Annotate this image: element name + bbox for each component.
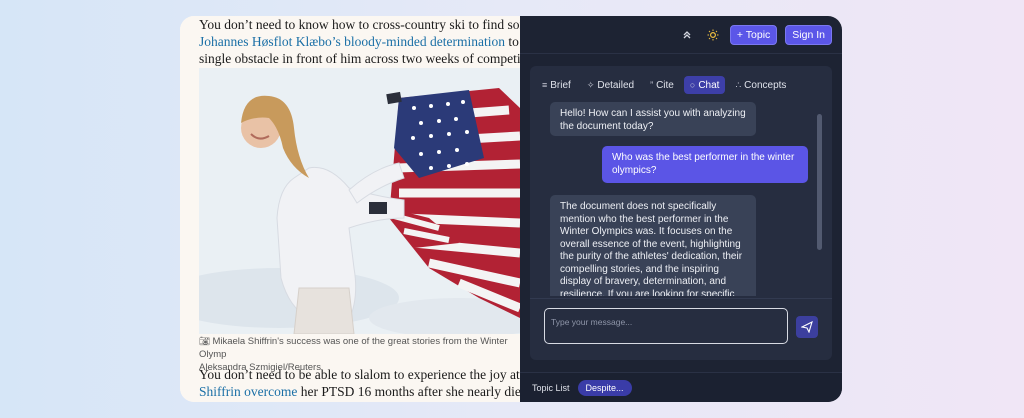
article-photo — [199, 68, 520, 334]
app-frame: You don’t need to know how to cross-coun… — [180, 16, 842, 402]
divider — [530, 298, 832, 299]
panel-topbar: + Topic Sign In — [520, 16, 842, 54]
article-paragraph-2: You don’t need to be able to slalom to e… — [199, 366, 520, 400]
article-line: single obstacle in front of him across t… — [199, 51, 520, 66]
sign-in-button[interactable]: Sign In — [785, 24, 832, 45]
quote-icon: ” — [650, 80, 654, 90]
article-line: You don’t need to be able to slalom to e… — [199, 367, 520, 382]
chat-card: ≡ Brief ✧ Detailed ” Cite ○ Chat ∴ Concepts H… — [530, 66, 832, 360]
topic-list-link[interactable]: Topic List — [532, 383, 570, 393]
bot-message: The document does not specifically menti… — [550, 195, 756, 296]
bot-message: Hello! How can I assist you with analyzi… — [550, 102, 756, 136]
article-line: Johannes Høsflot Klæbo’s bloody-minded d… — [199, 34, 520, 49]
message-input[interactable]: Type your message... — [544, 308, 788, 344]
tab-detailed[interactable]: ✧ Detailed — [581, 76, 640, 94]
article-link-klaebo[interactable]: Johannes Høsflot Klæbo’s bloody-minded d… — [199, 34, 505, 49]
nodes-icon: ∴ — [735, 79, 742, 90]
chat-icon: ○ — [689, 80, 696, 90]
article-line: Shiffrin overcome her PTSD 16 months aft… — [199, 384, 520, 399]
article: You don’t need to know how to cross-coun… — [180, 16, 520, 402]
article-link-shiffrin[interactable]: Shiffrin overcome — [199, 384, 297, 399]
send-button[interactable] — [796, 316, 818, 338]
add-topic-button[interactable]: + Topic — [729, 24, 778, 45]
sparkle-icon: ✧ — [586, 79, 595, 90]
mode-tabs: ≡ Brief ✧ Detailed ” Cite ○ Chat ∴ Concepts — [536, 76, 792, 94]
assistant-panel: + Topic Sign In ≡ Brief ✧ Detailed ” Cite ○… — [520, 16, 842, 402]
panel-footer: Topic List Despite... — [520, 372, 842, 402]
tab-concepts[interactable]: ∴ Concepts — [729, 76, 792, 94]
article-line: You don’t need to know how to cross-coun… — [199, 17, 520, 32]
chat-scrollbar[interactable] — [817, 114, 822, 250]
skier-with-flag-image — [199, 68, 520, 334]
user-message: Who was the best performer in the winter… — [602, 146, 808, 183]
lines-icon: ≡ — [542, 80, 548, 90]
chat-messages[interactable]: Hello! How can I assist you with analyzi… — [550, 102, 820, 296]
article-paragraph-1: You don’t need to know how to cross-coun… — [199, 16, 520, 67]
sun-icon[interactable] — [704, 26, 722, 44]
tab-chat[interactable]: ○ Chat — [683, 76, 726, 94]
collapse-up-icon[interactable] — [678, 26, 696, 44]
tab-cite[interactable]: ” Cite — [644, 76, 680, 94]
send-icon — [801, 321, 813, 333]
caption-line-1: 📷︎ Mikaela Shiffrin's success was one of … — [199, 336, 508, 360]
tab-brief[interactable]: ≡ Brief — [536, 76, 577, 94]
camera-icon: 📷︎ — [199, 336, 211, 346]
topic-chip[interactable]: Despite... — [577, 379, 632, 396]
